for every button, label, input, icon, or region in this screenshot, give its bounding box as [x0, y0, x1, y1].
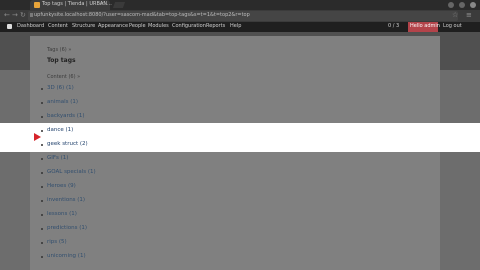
page-title: Top tags — [47, 57, 76, 64]
term-bullet — [41, 158, 43, 160]
toolbar-item-configuration[interactable]: Configuration — [172, 23, 206, 29]
toolbar-item-appearance[interactable]: Appearance — [98, 23, 128, 29]
maximize-icon[interactable] — [459, 2, 465, 8]
term-bullet — [41, 214, 43, 216]
toolbar-item-modules[interactable]: Modules — [148, 23, 169, 29]
back-icon[interactable]: ← — [4, 11, 10, 19]
tab-favicon-icon — [34, 2, 40, 8]
toolbar-item-content[interactable]: Content — [48, 23, 68, 29]
term-link[interactable]: predictions (1) — [47, 225, 87, 231]
vocabulary-label[interactable]: Tags (6) » — [47, 47, 71, 53]
toolbar-item-dashboard[interactable]: Dashboard — [17, 23, 44, 29]
term-link[interactable]: geek struct (2) — [47, 141, 88, 147]
term-bullet — [41, 130, 43, 132]
term-bullet — [41, 186, 43, 188]
term-bullet — [41, 144, 43, 146]
reload-icon[interactable]: ↻ — [20, 11, 26, 19]
term-bullet — [41, 256, 43, 258]
url-text[interactable]: upfunkysite.localhost:8080/?user=sascom-… — [34, 12, 250, 18]
term-link[interactable]: rips (5) — [47, 239, 67, 245]
page-info-icon[interactable] — [30, 13, 33, 17]
logout-link[interactable]: Log out — [443, 23, 462, 29]
toolbar-item-help[interactable]: Help — [230, 23, 241, 29]
term-bullet — [41, 200, 43, 202]
term-link[interactable]: lessons (1) — [47, 211, 77, 217]
term-link[interactable]: Heroes (9) — [47, 183, 76, 189]
toolbar-item-structure[interactable]: Structure — [72, 23, 95, 29]
toolbar-item-reports[interactable]: Reports — [206, 23, 225, 29]
browser-menu-icon[interactable]: ≡ — [466, 11, 472, 19]
term-bullet — [41, 102, 43, 104]
term-link[interactable]: unicorning (1) — [47, 253, 86, 259]
content-label[interactable]: Content (6) » — [47, 74, 80, 80]
user-label[interactable]: Hello admin — [410, 23, 440, 29]
term-bullet — [41, 116, 43, 118]
pointer-cursor-icon — [34, 133, 41, 141]
forward-icon[interactable]: → — [12, 11, 18, 19]
term-link[interactable]: inventions (1) — [47, 197, 85, 203]
term-bullet — [41, 242, 43, 244]
content-panel — [30, 36, 440, 270]
term-link[interactable]: GIFs (1) — [47, 155, 68, 161]
term-link[interactable]: animals (1) — [47, 99, 78, 105]
toolbar-count: 0 / 3 — [388, 23, 400, 29]
term-bullet — [41, 228, 43, 230]
term-link[interactable]: backyards (1) — [47, 113, 85, 119]
term-link[interactable]: 3D (6) (1) — [47, 85, 74, 91]
close-window-icon[interactable] — [470, 2, 476, 8]
home-icon[interactable] — [7, 24, 12, 29]
term-link[interactable]: dance (1) — [47, 127, 73, 133]
term-bullet — [41, 88, 43, 90]
term-bullet — [41, 172, 43, 174]
bookmark-star-icon[interactable]: ☆ — [452, 11, 458, 19]
term-link[interactable]: GOAL specials (1) — [47, 169, 96, 175]
toolbar-item-people[interactable]: People — [129, 23, 146, 29]
minimize-icon[interactable] — [448, 2, 454, 8]
tab-close-icon[interactable]: × — [100, 1, 104, 7]
